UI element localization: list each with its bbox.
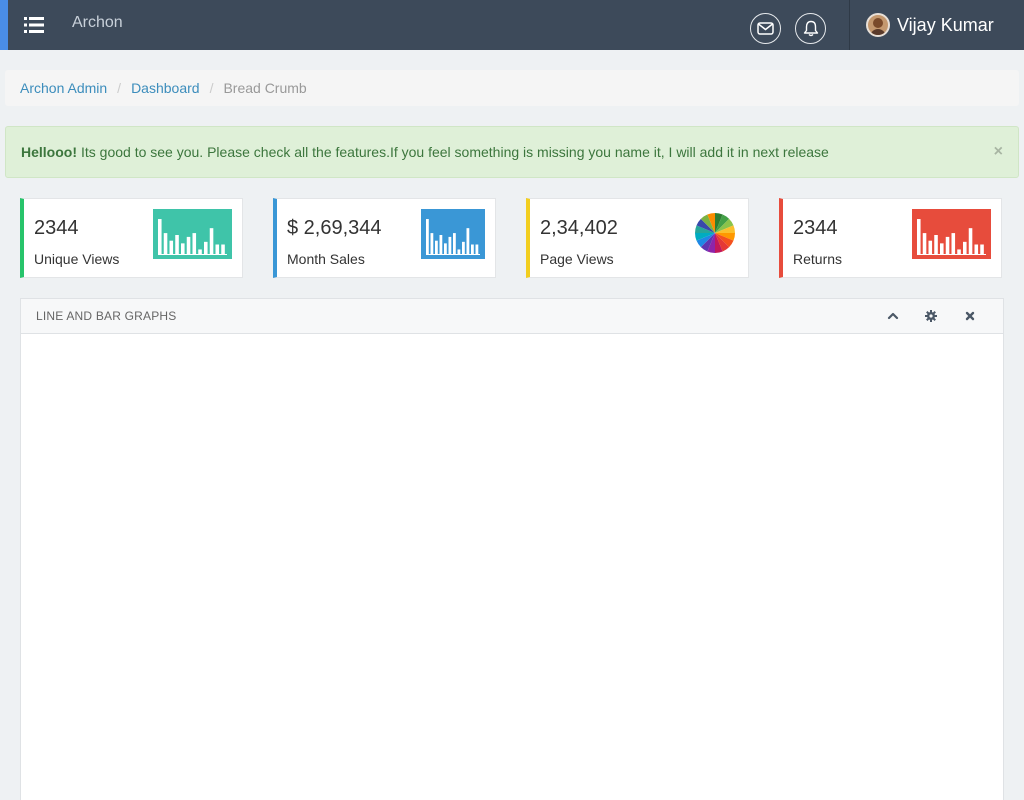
sparkline-baseline bbox=[426, 254, 480, 255]
sparkline-bar bbox=[448, 236, 452, 254]
sparkline-bar-chart bbox=[912, 209, 991, 259]
sparkline-bar bbox=[934, 235, 938, 254]
close-icon[interactable] bbox=[963, 309, 977, 323]
stat-label: Month Sales bbox=[287, 251, 365, 267]
sparkline-bar bbox=[181, 243, 185, 254]
sparkline-bar bbox=[186, 236, 191, 254]
stat-card-month-sales: $ 2,69,344 Month Sales bbox=[273, 198, 496, 278]
sparkline-bar bbox=[209, 228, 214, 254]
navbar-accent bbox=[0, 0, 8, 50]
sparkline-baseline bbox=[917, 254, 986, 255]
sparkline-bar bbox=[462, 241, 465, 254]
breadcrumb: Archon Admin / Dashboard / Bread Crumb bbox=[5, 70, 1019, 106]
sparkline-bar bbox=[928, 240, 933, 254]
sparkline-baseline bbox=[158, 254, 227, 255]
stat-value: 2344 bbox=[34, 217, 79, 239]
sparkline-bar bbox=[204, 241, 208, 254]
panel-header: LINE AND BAR GRAPHS bbox=[21, 299, 1003, 334]
stat-label: Returns bbox=[793, 251, 843, 267]
stat-card-unique-views: 2344 Unique Views bbox=[20, 198, 243, 278]
sparkline-bar bbox=[963, 241, 967, 254]
sparkline-bar bbox=[163, 233, 168, 254]
sparkline-bar bbox=[922, 233, 927, 254]
sparkline-bar bbox=[198, 249, 202, 254]
breadcrumb-separator: / bbox=[117, 80, 122, 96]
envelope-icon bbox=[757, 22, 774, 35]
welcome-alert: Hellooo! Its good to see you. Please che… bbox=[5, 126, 1019, 178]
sparkline-bar-chart bbox=[153, 209, 232, 259]
alert-close-button[interactable]: × bbox=[994, 143, 1003, 161]
stat-card-returns: 2344 Returns bbox=[779, 198, 1002, 278]
stat-value: $ 2,69,344 bbox=[287, 217, 382, 239]
top-navbar: Archon Vijay Kumar bbox=[0, 0, 1024, 50]
breadcrumb-separator: / bbox=[209, 80, 214, 96]
sparkline-bar bbox=[968, 228, 973, 254]
sparkline-bar bbox=[439, 235, 443, 254]
sparkline-bar bbox=[192, 233, 197, 254]
sparkline-bar bbox=[215, 244, 220, 254]
chevron-up-icon[interactable] bbox=[886, 309, 900, 323]
alert-message: Its good to see you. Please check all th… bbox=[81, 144, 829, 160]
sparkline-bar bbox=[475, 244, 479, 254]
sparkline-bar bbox=[974, 244, 979, 254]
bell-icon bbox=[803, 20, 818, 37]
gear-icon[interactable] bbox=[924, 309, 938, 323]
sparkline-bar bbox=[169, 240, 174, 254]
stat-value: 2344 bbox=[793, 217, 838, 239]
list-icon[interactable] bbox=[24, 16, 44, 34]
user-separator bbox=[849, 0, 850, 50]
stat-value: 2,34,402 bbox=[540, 217, 618, 239]
sparkline-bar bbox=[945, 236, 950, 254]
sparkline-bar bbox=[940, 243, 944, 254]
sparkline-bar bbox=[957, 249, 961, 254]
sparkline-bar bbox=[435, 240, 438, 254]
sparkline-bar bbox=[430, 233, 434, 254]
breadcrumb-item-archon-admin[interactable]: Archon Admin bbox=[20, 80, 107, 96]
sparkline-bar bbox=[917, 219, 921, 254]
line-bar-graphs-panel: LINE AND BAR GRAPHS bbox=[20, 298, 1004, 800]
breadcrumb-item-active: Bread Crumb bbox=[223, 80, 307, 96]
breadcrumb-item-dashboard[interactable]: Dashboard bbox=[131, 80, 200, 96]
messages-button[interactable] bbox=[750, 13, 781, 44]
sparkline-pie-chart bbox=[695, 213, 735, 253]
sparkline-bar bbox=[980, 244, 984, 254]
sparkline-bar bbox=[471, 244, 474, 254]
sparkline-bar bbox=[158, 219, 162, 254]
sparkline-bar bbox=[453, 233, 456, 254]
user-name: Vijay Kumar bbox=[897, 14, 994, 35]
sparkline-bar-chart bbox=[421, 209, 485, 259]
stat-label: Page Views bbox=[540, 251, 614, 267]
avatar bbox=[866, 13, 890, 37]
sparkline-bar bbox=[466, 228, 470, 254]
sparkline-bar bbox=[426, 219, 429, 254]
stat-label: Unique Views bbox=[34, 251, 120, 267]
sparkline-bar bbox=[221, 244, 225, 254]
sparkline-bar bbox=[175, 235, 179, 254]
sparkline-bar bbox=[444, 243, 447, 254]
sparkline-bar bbox=[951, 233, 956, 254]
notifications-button[interactable] bbox=[795, 13, 826, 44]
panel-title: LINE AND BAR GRAPHS bbox=[36, 309, 177, 323]
stat-card-page-views: 2,34,402 Page Views bbox=[526, 198, 749, 278]
sparkline-bar bbox=[457, 249, 461, 254]
app-title: Archon bbox=[72, 14, 123, 31]
alert-heading: Hellooo! bbox=[21, 144, 77, 160]
user-menu[interactable]: Vijay Kumar bbox=[866, 13, 994, 37]
